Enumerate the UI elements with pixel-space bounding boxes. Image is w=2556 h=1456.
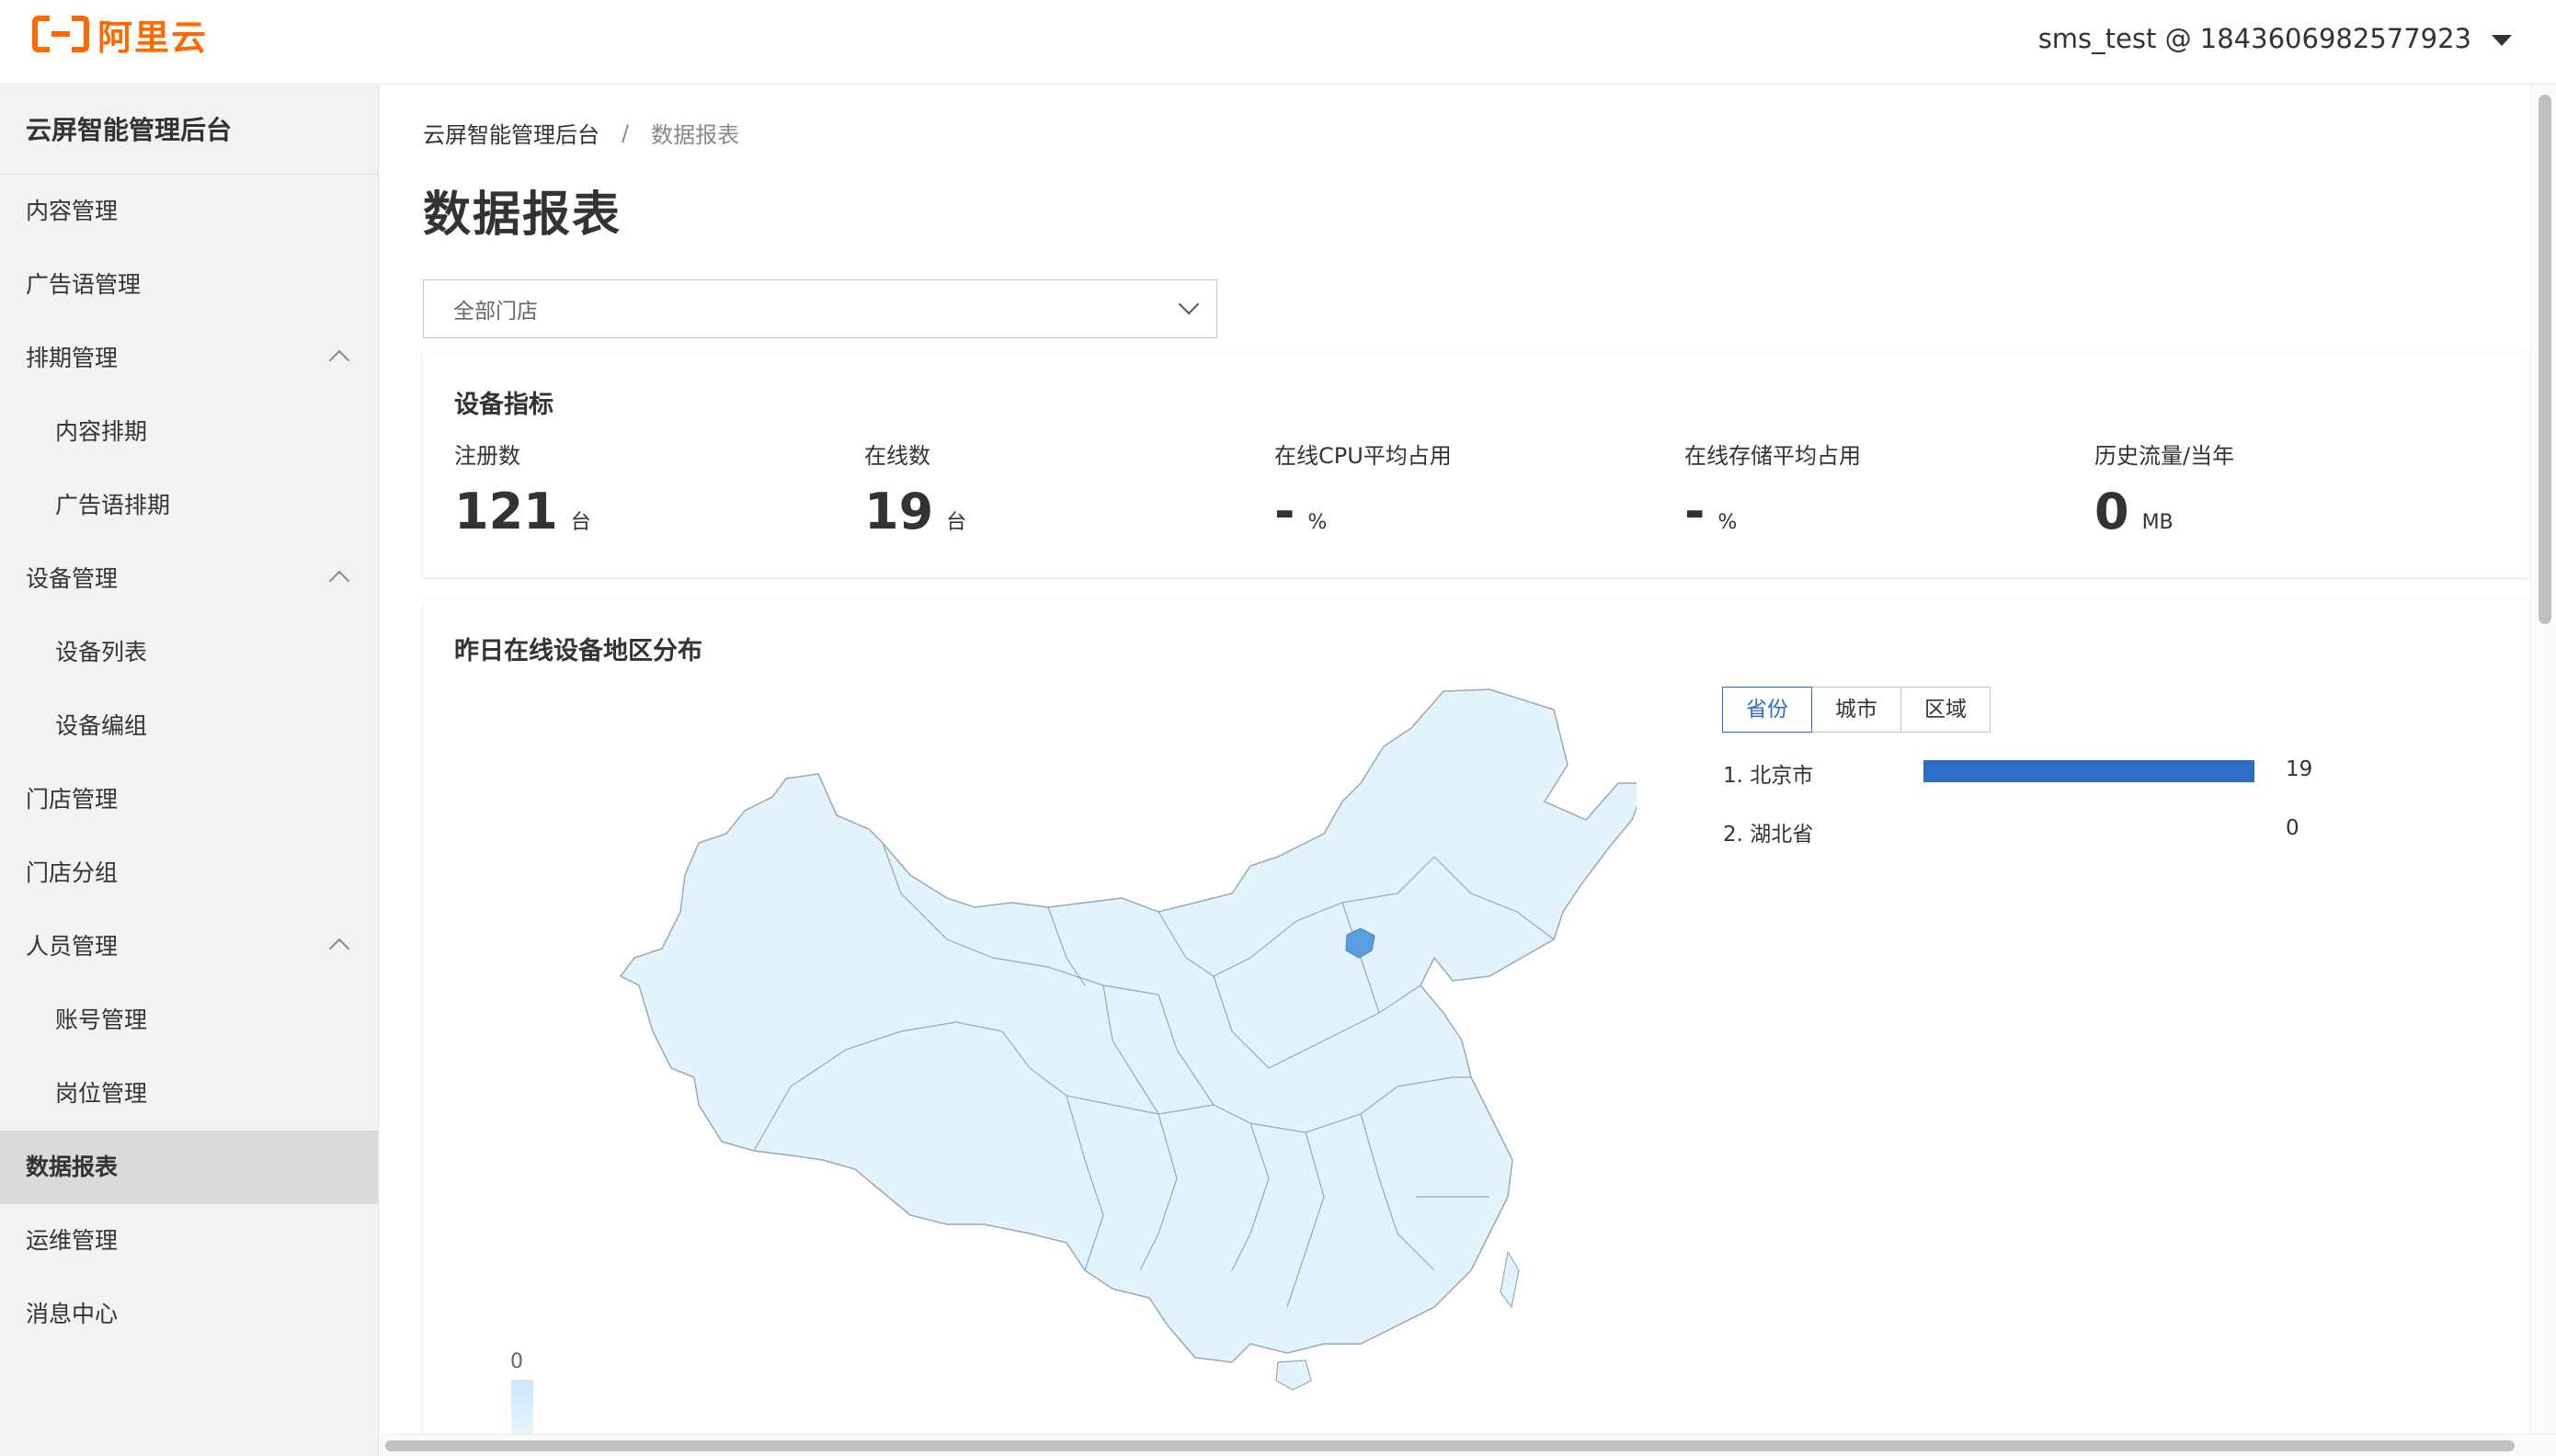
breadcrumb-root-link[interactable]: 云屏智能管理后台 <box>423 117 599 149</box>
scrollbar-thumb[interactable] <box>385 1440 2515 1451</box>
sidebar-item-label: 消息中心 <box>26 1301 119 1327</box>
metric-online: 在线数 19 台 <box>864 438 1269 540</box>
metric-value: 0 <box>2094 483 2129 540</box>
metric-label: 在线数 <box>864 443 930 469</box>
metric-label: 在线CPU平均占用 <box>1274 443 1452 469</box>
page-title: 数据报表 <box>423 188 622 243</box>
china-map-mainland <box>619 688 1637 1363</box>
metric-label: 注册数 <box>454 443 520 469</box>
ranking-row: 2. 湖北省 0 <box>1723 816 2367 847</box>
sidebar-item-label: 门店管理 <box>26 786 119 813</box>
ranking-value: 0 <box>2286 816 2299 840</box>
ranking-name: 1. 北京市 <box>1723 764 1814 788</box>
metric-label: 历史流量/当年 <box>2094 443 2235 469</box>
chevron-down-icon <box>1178 293 1200 315</box>
metric-unit: % <box>1717 511 1738 534</box>
sidebar-item-label: 广告语排期 <box>55 492 171 518</box>
sidebar-item-label: 岗位管理 <box>55 1080 148 1107</box>
metric-unit: MB <box>2141 511 2174 534</box>
sidebar-item-slogan[interactable]: 广告语管理 <box>0 248 378 322</box>
sidebar-item-device-groups[interactable]: 设备编组 <box>0 689 378 763</box>
breadcrumb-current: 数据报表 <box>651 122 740 148</box>
account-label: sms_test @ 1843606982577923 <box>2037 23 2471 54</box>
store-select-value: 全部门店 <box>453 300 538 324</box>
legend-min-label: 0 <box>510 1350 523 1373</box>
chevron-up-icon <box>328 570 350 592</box>
sidebar-item-label: 门店分组 <box>26 859 119 886</box>
sidebar-item-positions[interactable]: 岗位管理 <box>0 1057 378 1131</box>
sidebar-item-stores[interactable]: 门店管理 <box>0 763 378 836</box>
sidebar-item-store-groups[interactable]: 门店分组 <box>0 836 378 910</box>
region-tabs: 省份 城市 区域 <box>1722 687 1991 733</box>
sidebar-item-label: 排期管理 <box>26 345 119 371</box>
main-content: 云屏智能管理后台 / 数据报表 数据报表 全部门店 设备指标 注册数 121 台 … <box>380 85 2531 1434</box>
sidebar-item-devices[interactable]: 设备管理 <box>0 542 378 616</box>
ranking-row: 1. 北京市 19 <box>1723 757 2367 788</box>
device-metrics-card: 设备指标 注册数 121 台 在线数 19 台 在线CPU平均占用 -% 在线存储平… <box>423 353 2528 577</box>
logo-text: 阿里云 <box>97 17 209 58</box>
metric-value: 19 <box>864 483 934 540</box>
sidebar-item-label: 设备管理 <box>26 565 119 592</box>
card-title: 昨日在线设备地区分布 <box>454 637 702 665</box>
metric-value: - <box>1684 483 1706 540</box>
sidebar-item-messages[interactable]: 消息中心 <box>0 1278 378 1351</box>
sidebar-item-label: 设备列表 <box>55 639 148 665</box>
sidebar-title: 云屏智能管理后台 <box>0 85 378 175</box>
sidebar-item-content[interactable]: 内容管理 <box>0 175 378 248</box>
sidebar-item-schedule[interactable]: 排期管理 <box>0 322 378 395</box>
sidebar-item-label: 账号管理 <box>55 1007 148 1033</box>
sidebar-item-staff[interactable]: 人员管理 <box>0 910 378 984</box>
sidebar-item-label: 设备编组 <box>55 712 148 739</box>
china-map-hainan <box>1275 1359 1312 1391</box>
china-map[interactable] <box>515 682 1637 1427</box>
metric-storage: 在线存储平均占用 -% <box>1684 438 2089 540</box>
vertical-scrollbar[interactable] <box>2530 85 2556 1434</box>
sidebar-item-label: 数据报表 <box>26 1154 119 1180</box>
top-bar: 阿里云 sms_test @ 1843606982577923 <box>0 0 2556 85</box>
sidebar-item-label: 运维管理 <box>26 1227 119 1254</box>
sidebar-item-label: 广告语管理 <box>26 271 142 298</box>
caret-down-icon <box>2492 35 2512 46</box>
legend-color-scale <box>511 1380 533 1434</box>
china-map-taiwan <box>1500 1250 1520 1309</box>
breadcrumb: 云屏智能管理后台 / 数据报表 <box>423 117 739 149</box>
sidebar-item-label: 内容管理 <box>26 198 119 224</box>
aliyun-logo[interactable]: 阿里云 <box>31 13 208 58</box>
sidebar: 云屏智能管理后台 内容管理 广告语管理 排期管理 内容排期 广告语排期 设备管理… <box>0 85 379 1456</box>
tab-province[interactable]: 省份 <box>1722 687 1812 733</box>
sidebar-item-label: 人员管理 <box>26 933 119 960</box>
store-select[interactable]: 全部门店 <box>423 279 1217 338</box>
ranking-name: 2. 湖北省 <box>1723 823 1814 847</box>
aliyun-logo-icon <box>32 16 89 52</box>
scrollbar-thumb[interactable] <box>2539 95 2551 624</box>
region-distribution-card: 昨日在线设备地区分布 0 省份 城市 区域 1. 北京市 19 2. 湖北省 0 <box>423 599 2528 1434</box>
breadcrumb-separator: / <box>622 119 630 146</box>
sidebar-item-accounts[interactable]: 账号管理 <box>0 984 378 1057</box>
sidebar-item-slogan-schedule[interactable]: 广告语排期 <box>0 469 378 542</box>
tab-area[interactable]: 区域 <box>1900 687 1991 733</box>
ranking-bar <box>1923 760 2254 782</box>
metric-traffic: 历史流量/当年 0 MB <box>2094 438 2499 540</box>
sidebar-item-label: 内容排期 <box>55 418 148 445</box>
tab-city[interactable]: 城市 <box>1811 687 1901 733</box>
metric-unit: % <box>1307 511 1328 534</box>
metric-cpu: 在线CPU平均占用 -% <box>1274 438 1679 540</box>
card-title: 设备指标 <box>454 391 553 419</box>
chevron-up-icon <box>328 938 350 960</box>
metric-label: 在线存储平均占用 <box>1684 443 1861 469</box>
sidebar-item-content-schedule[interactable]: 内容排期 <box>0 395 378 469</box>
horizontal-scrollbar[interactable] <box>380 1434 2556 1456</box>
metric-value: 121 <box>454 483 558 540</box>
ranking-value: 19 <box>2286 757 2313 781</box>
sidebar-item-device-list[interactable]: 设备列表 <box>0 616 378 689</box>
metric-unit: 台 <box>570 511 591 534</box>
metric-value: - <box>1274 483 1295 540</box>
metric-registered: 注册数 121 台 <box>454 438 859 540</box>
sidebar-item-ops[interactable]: 运维管理 <box>0 1204 378 1278</box>
sidebar-item-reports[interactable]: 数据报表 <box>0 1131 378 1204</box>
metric-unit: 台 <box>946 511 967 534</box>
account-menu[interactable]: sms_test @ 1843606982577923 <box>2038 18 2512 59</box>
chevron-up-icon <box>328 349 350 371</box>
